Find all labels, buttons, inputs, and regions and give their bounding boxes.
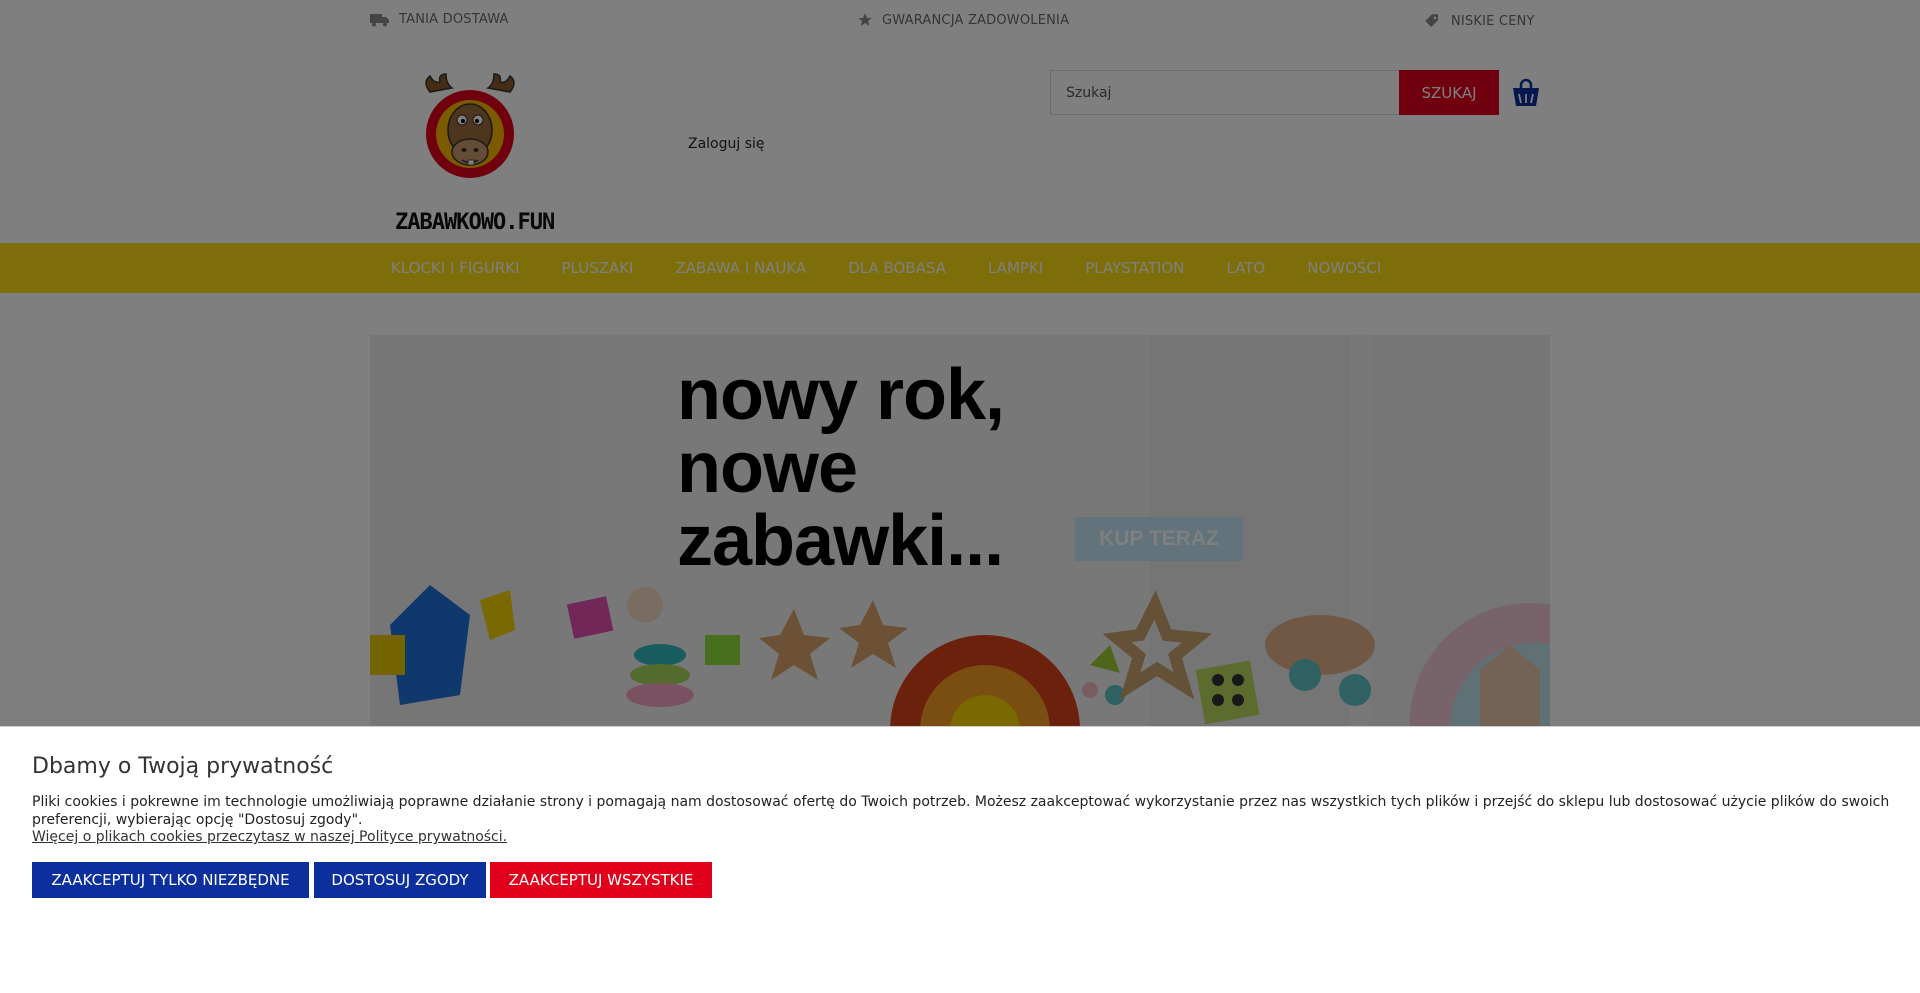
privacy-policy-link[interactable]: Więcej o plikach cookies przeczytasz w n… <box>32 829 507 845</box>
cookie-consent-panel: Dbamy o Twoją prywatność Pliki cookies i… <box>0 726 1920 993</box>
cookie-description: Pliki cookies i pokrewne im technologie … <box>32 794 1890 828</box>
accept-necessary-button[interactable]: ZAAKCEPTUJ TYLKO NIEZBĘDNE <box>32 862 309 898</box>
customize-consent-button[interactable]: DOSTOSUJ ZGODY <box>314 862 486 898</box>
cookie-title: Dbamy o Twoją prywatność <box>32 754 334 779</box>
accept-all-button[interactable]: ZAAKCEPTUJ WSZYSTKIE <box>490 862 712 898</box>
